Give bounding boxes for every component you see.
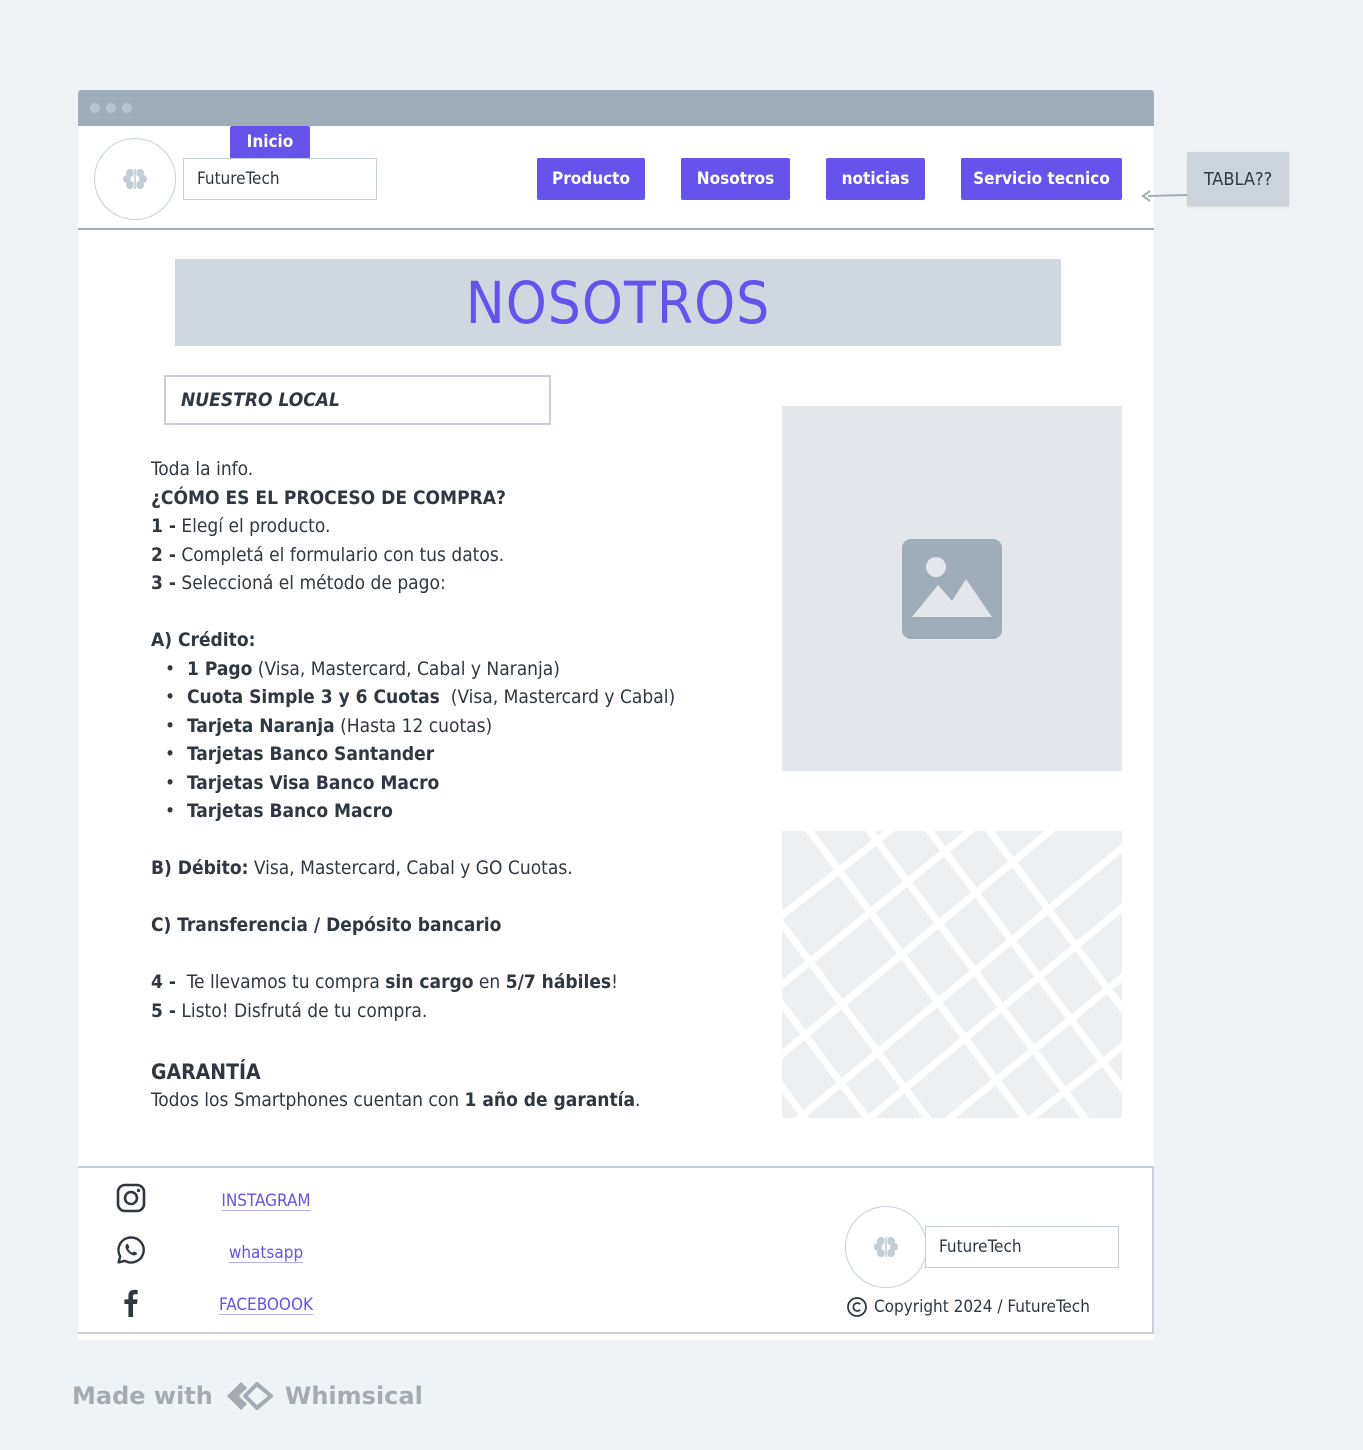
footer-border — [1152, 1166, 1154, 1334]
debit-line: B) Débito: Visa, Mastercard, Cabal y GO … — [151, 857, 573, 879]
instagram-link[interactable]: INSTAGRAM — [206, 1191, 326, 1211]
step-1: 1 - Elegí el producto. — [151, 515, 331, 537]
brain-logo-icon — [123, 169, 147, 189]
facebook-icon[interactable] — [114, 1285, 148, 1319]
annotation-arrow-icon — [1141, 190, 1188, 202]
list-item: 1 Pago (Visa, Mastercard, Cabal y Naranj… — [165, 655, 761, 684]
page-title: NOSOTROS — [175, 259, 1061, 346]
list-item: Tarjetas Banco Santander — [165, 740, 761, 769]
step-2: 2 - Completá el formulario con tus datos… — [151, 543, 505, 566]
section-title: NUESTRO LOCAL — [164, 375, 551, 425]
map-placeholder — [782, 831, 1122, 1118]
whimsical-logo-icon — [226, 1382, 273, 1410]
list-item: Tarjetas Banco Macro — [165, 797, 761, 826]
footer-divider — [78, 1166, 1154, 1168]
map-icon — [782, 831, 1122, 1118]
process-heading: ¿CÓMO ES EL PROCESO DE COMPRA? — [151, 486, 506, 509]
step-3: 3 - Seleccioná el método de pago: — [151, 572, 446, 594]
transfer-heading: C) Transferencia / Depósito bancario — [151, 914, 502, 936]
window-dot-icon — [106, 103, 116, 113]
content-text: Toda la info. ¿CÓMO ES EL PROCESO DE COM… — [151, 455, 761, 1115]
footer-bottom-divider — [78, 1332, 1154, 1334]
window-dot-icon — [90, 103, 100, 113]
whatsapp-link[interactable]: whatsapp — [206, 1243, 326, 1263]
brain-logo-icon — [874, 1237, 898, 1257]
made-with-watermark[interactable]: Made with Whimsical — [72, 1376, 423, 1416]
warranty-heading: GARANTÍA — [151, 1059, 261, 1084]
footer-brand-box: FutureTech — [925, 1226, 1119, 1268]
instagram-icon[interactable] — [114, 1181, 148, 1215]
copyright-text: Copyright 2024 / FutureTech — [846, 1296, 1090, 1318]
intro-text: Toda la info. — [151, 458, 254, 480]
credit-heading: A) Crédito: — [151, 629, 256, 651]
list-item: Tarjetas Visa Banco Macro — [165, 769, 761, 798]
step-5: 5 - Listo! Disfrutá de tu compra. — [151, 999, 428, 1022]
made-with-label: Made with — [72, 1382, 213, 1410]
nav-noticias-button[interactable]: noticias — [826, 158, 925, 200]
list-item: Tarjeta Naranja (Hasta 12 cuotas) — [165, 712, 761, 741]
copyright-icon — [847, 1297, 867, 1317]
nav-nosotros-button[interactable]: Nosotros — [681, 158, 790, 200]
window-dot-icon — [122, 103, 132, 113]
window-titlebar — [78, 90, 1154, 126]
image-icon — [902, 538, 1002, 639]
footer-logo[interactable] — [845, 1206, 927, 1288]
whimsical-label: Whimsical — [284, 1382, 423, 1410]
annotation-note: TABLA?? — [1187, 152, 1289, 206]
credit-list: 1 Pago (Visa, Mastercard, Cabal y Naranj… — [151, 655, 761, 826]
image-placeholder — [782, 406, 1122, 771]
nav-servicio-tecnico-button[interactable]: Servicio tecnico — [961, 158, 1122, 200]
list-item: Cuota Simple 3 y 6 Cuotas (Visa, Masterc… — [165, 683, 761, 712]
logo[interactable] — [94, 138, 176, 220]
step-4: 4 - Te llevamos tu compra sin cargo en 5… — [151, 971, 618, 993]
nav-inicio-button[interactable]: Inicio — [230, 126, 310, 158]
whatsapp-icon[interactable] — [114, 1233, 148, 1267]
nav-producto-button[interactable]: Producto — [537, 158, 645, 200]
header-divider — [78, 228, 1154, 230]
warranty-text: Todos los Smartphones cuentan con 1 año … — [151, 1089, 641, 1111]
brand-name-box: FutureTech — [183, 158, 377, 200]
facebook-link[interactable]: FACEBOOOK — [206, 1295, 326, 1315]
